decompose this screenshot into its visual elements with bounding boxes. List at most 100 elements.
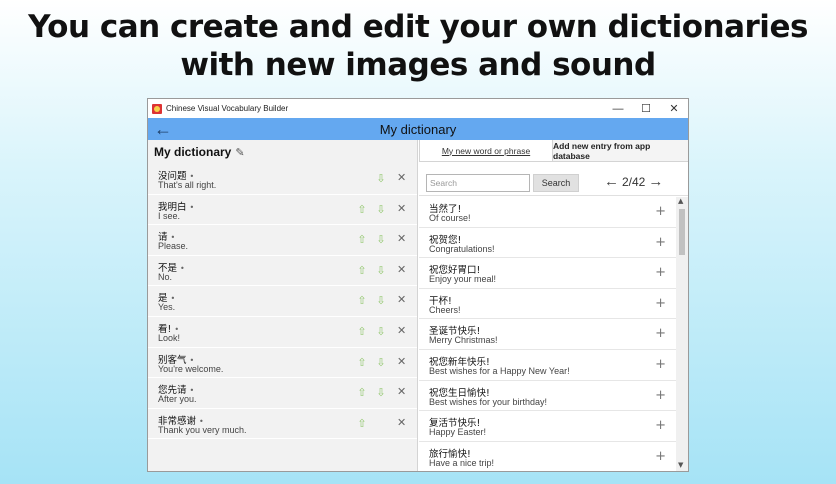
move-up-arrow-icon[interactable]: ⇧	[356, 325, 368, 338]
move-down-arrow-icon[interactable]: ⇩	[375, 264, 387, 277]
scroll-down-arrow-icon[interactable]: ▼	[678, 461, 683, 469]
database-entry[interactable]: 旅行愉快! Have a nice trip! +	[419, 442, 676, 471]
add-entry-plus-icon[interactable]: +	[655, 449, 666, 464]
add-entry-plus-icon[interactable]: +	[655, 388, 666, 403]
database-entry-list: 当然了! Of course! + 祝贺您! Congratulations! + 祝您好胃…	[419, 197, 676, 471]
entry-english: You're welcome.	[158, 363, 224, 374]
move-up-arrow-icon[interactable]: ⇧	[356, 264, 368, 277]
move-down-arrow-icon[interactable]: ⇩	[375, 172, 387, 185]
delete-entry-icon[interactable]: ✕	[397, 171, 406, 184]
my-dictionary-panel: My dictionary ✎ 没问题 • That's all right. ⇩ ✕…	[148, 140, 418, 471]
entry-english: I see.	[158, 210, 181, 221]
main-content: My dictionary ✎ 没问题 • That's all right. ⇩ ✕…	[148, 140, 688, 471]
delete-entry-icon[interactable]: ✕	[397, 232, 406, 245]
dictionary-entry[interactable]: 非常感谢 • Thank you very much. ⇧ ✕	[148, 409, 417, 440]
header-title: My dictionary	[379, 121, 457, 137]
add-entry-plus-icon[interactable]: +	[655, 418, 666, 433]
database-entry[interactable]: 复活节快乐! Happy Easter! +	[419, 411, 676, 442]
entry-source-tabs: My new word or phrase Add new entry from…	[419, 140, 688, 162]
delete-entry-icon[interactable]: ✕	[397, 202, 406, 215]
add-entry-plus-icon[interactable]: +	[655, 296, 666, 311]
app-logo-icon	[152, 103, 162, 114]
database-entry[interactable]: 圣诞节快乐! Merry Christmas! +	[419, 319, 676, 350]
page-indicator: 2/42	[622, 174, 646, 189]
edit-pencil-icon[interactable]: ✎	[235, 146, 244, 159]
dictionary-entry[interactable]: 别客气 • You're welcome. ⇧ ⇩ ✕	[148, 348, 417, 379]
app-header: ← My dictionary	[148, 118, 688, 140]
database-entry-english: Best wishes for a Happy New Year!	[429, 365, 570, 376]
scroll-up-arrow-icon[interactable]: ▲	[678, 197, 683, 205]
delete-entry-icon[interactable]: ✕	[397, 355, 406, 368]
promo-headline: You can create and edit your own diction…	[0, 8, 836, 84]
add-entry-plus-icon[interactable]: +	[655, 204, 666, 219]
dictionary-title: My dictionary	[154, 145, 232, 159]
database-entry-english: Happy Easter!	[429, 427, 487, 438]
dictionary-entry[interactable]: 看! • Look! ⇧ ⇩ ✕	[148, 317, 417, 348]
minimize-button[interactable]: —	[604, 103, 632, 115]
previous-page-arrow-icon[interactable]: ←	[604, 173, 619, 190]
list-scrollbar[interactable]: ▲ ▼	[676, 197, 688, 471]
dictionary-entry-list: 没问题 • That's all right. ⇩ ✕ 我明白 • I see. ⇧ ⇩ ✕ 请 …	[148, 164, 417, 440]
dictionary-entry[interactable]: 我明白 • I see. ⇧ ⇩ ✕	[148, 195, 417, 226]
add-entry-plus-icon[interactable]: +	[655, 235, 666, 250]
move-up-arrow-icon[interactable]: ⇧	[356, 233, 368, 246]
entry-english: Thank you very much.	[158, 424, 247, 435]
move-down-arrow-icon[interactable]: ⇩	[375, 233, 387, 246]
scroll-thumb[interactable]	[679, 209, 685, 255]
app-window: Chinese Visual Vocabulary Builder — ☐ ✕ …	[147, 98, 689, 472]
delete-entry-icon[interactable]: ✕	[397, 416, 406, 429]
database-entry[interactable]: 干杯! Cheers! +	[419, 289, 676, 320]
headline-line-1: You can create and edit your own diction…	[28, 9, 808, 45]
database-entry-english: Best wishes for your birthday!	[429, 396, 548, 407]
search-button[interactable]: Search	[533, 174, 579, 192]
move-down-arrow-icon[interactable]: ⇩	[375, 325, 387, 338]
add-entry-plus-icon[interactable]: +	[655, 357, 666, 372]
entry-english: Please.	[158, 241, 189, 252]
audio-dot-icon: •	[180, 263, 185, 273]
move-up-arrow-icon[interactable]: ⇧	[356, 203, 368, 216]
entry-english: Look!	[158, 332, 181, 343]
database-entry-english: Enjoy your meal!	[429, 274, 497, 285]
database-entry[interactable]: 祝贺您! Congratulations! +	[419, 228, 676, 259]
window-title: Chinese Visual Vocabulary Builder	[166, 104, 289, 113]
delete-entry-icon[interactable]: ✕	[397, 293, 406, 306]
database-entry[interactable]: 祝您好胃口! Enjoy your meal! +	[419, 258, 676, 289]
next-page-arrow-icon[interactable]: →	[648, 173, 663, 190]
move-up-arrow-icon[interactable]: ⇧	[356, 386, 368, 399]
database-entry[interactable]: 当然了! Of course! +	[419, 197, 676, 228]
dictionary-entry[interactable]: 请 • Please. ⇧ ⇩ ✕	[148, 225, 417, 256]
move-up-arrow-icon[interactable]: ⇧	[356, 417, 368, 430]
database-entry-english: Cheers!	[429, 304, 461, 315]
pager: ← 2/42 →	[604, 173, 663, 190]
close-window-button[interactable]: ✕	[660, 102, 688, 115]
dictionary-entry[interactable]: 是 • Yes. ⇧ ⇩ ✕	[148, 286, 417, 317]
maximize-button[interactable]: ☐	[632, 102, 660, 115]
entry-english: Yes.	[158, 302, 176, 313]
entry-english: No.	[158, 271, 173, 282]
back-arrow-icon[interactable]: ←	[154, 119, 172, 140]
add-entry-plus-icon[interactable]: +	[655, 326, 666, 341]
tab-new-word[interactable]: My new word or phrase	[419, 140, 553, 161]
add-entry-plus-icon[interactable]: +	[655, 265, 666, 280]
move-down-arrow-icon[interactable]: ⇩	[375, 386, 387, 399]
database-entry[interactable]: 祝您新年快乐! Best wishes for a Happy New Year!…	[419, 350, 676, 381]
delete-entry-icon[interactable]: ✕	[397, 385, 406, 398]
tab-app-database[interactable]: Add new entry from app database	[553, 140, 688, 161]
database-entry-english: Have a nice trip!	[429, 457, 495, 468]
dictionary-entry[interactable]: 没问题 • That's all right. ⇩ ✕	[148, 164, 417, 195]
delete-entry-icon[interactable]: ✕	[397, 263, 406, 276]
move-down-arrow-icon[interactable]: ⇩	[375, 203, 387, 216]
move-up-arrow-icon[interactable]: ⇧	[356, 356, 368, 369]
title-bar: Chinese Visual Vocabulary Builder — ☐ ✕	[148, 99, 688, 118]
audio-dot-icon: •	[189, 202, 195, 212]
search-input[interactable]: Search	[426, 174, 530, 192]
delete-entry-icon[interactable]: ✕	[397, 324, 406, 337]
database-entry-english: Merry Christmas!	[429, 335, 498, 346]
move-down-arrow-icon[interactable]: ⇩	[375, 356, 387, 369]
dictionary-entry[interactable]: 您先请 • After you. ⇧ ⇩ ✕	[148, 378, 417, 409]
entry-english: After you.	[158, 394, 197, 405]
move-up-arrow-icon[interactable]: ⇧	[356, 294, 368, 307]
move-down-arrow-icon[interactable]: ⇩	[375, 294, 387, 307]
database-entry[interactable]: 祝您生日愉快! Best wishes for your birthday! +	[419, 381, 676, 412]
dictionary-entry[interactable]: 不是 • No. ⇧ ⇩ ✕	[148, 256, 417, 287]
